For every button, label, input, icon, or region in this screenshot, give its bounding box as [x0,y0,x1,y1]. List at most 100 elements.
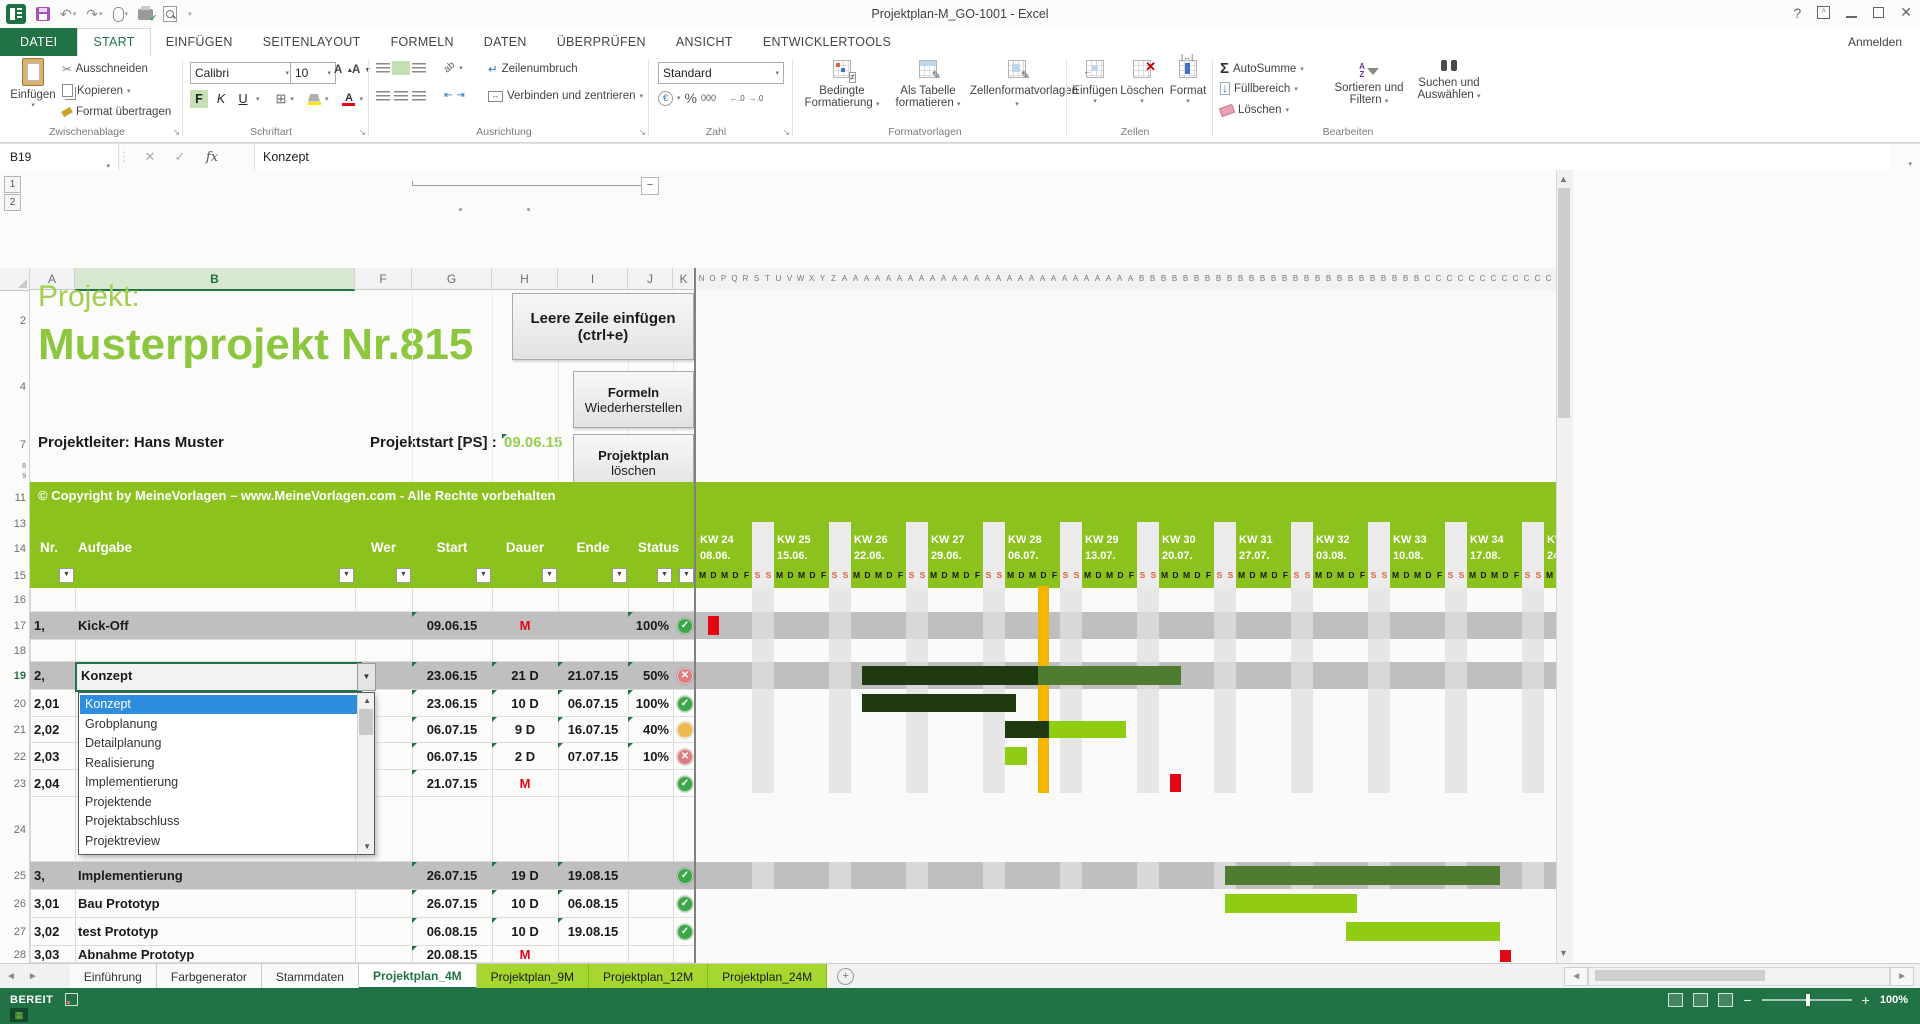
column-header-day[interactable]: B [1257,268,1268,290]
gantt-bar-dark[interactable] [862,694,1016,712]
dropdown-scroll-thumb[interactable] [359,709,373,735]
column-header-day[interactable]: B [1136,268,1147,290]
column-header-day[interactable]: B [1169,268,1180,290]
align-right-icon[interactable] [412,91,426,101]
column-header-day[interactable]: B [1301,268,1312,290]
column-header-day[interactable]: B [1235,268,1246,290]
column-header-day[interactable]: S [751,268,762,290]
scroll-down-icon[interactable]: ▼ [1559,948,1568,958]
decrease-indent-icon[interactable]: ⇤ [444,90,452,101]
column-header-day[interactable]: A [971,268,982,290]
column-header-day[interactable]: B [1400,268,1411,290]
orientation-icon[interactable]: ab [442,60,458,76]
formula-input[interactable]: Konzept [254,144,1890,170]
ribbon-tab-überprüfen[interactable]: ÜBERPRÜFEN [542,28,661,56]
filter-dropdown-icon[interactable]: ▼ [657,568,672,583]
dropdown-item[interactable]: Projektende [80,793,361,812]
column-header-day[interactable]: A [1081,268,1092,290]
cancel-entry-icon[interactable]: ✕ [138,144,162,170]
column-header-day[interactable]: T [762,268,773,290]
sheet-tab-projektplan_9m[interactable]: Projektplan_9M [477,964,589,989]
currency-icon[interactable]: € [658,91,673,106]
gantt-bar-bright[interactable] [1346,922,1500,941]
column-header-day[interactable]: C [1510,268,1521,290]
zoom-level[interactable]: 100% [1880,994,1908,1006]
column-header-day[interactable]: A [905,268,916,290]
column-header-day[interactable]: A [960,268,971,290]
filter-dropdown-icon[interactable]: ▼ [679,568,694,583]
action-button-1[interactable]: Leere Zeile einfügen(ctrl+e) [512,293,694,360]
help-icon[interactable]: ? [1793,5,1801,21]
underline-button[interactable]: U [234,90,252,108]
prev-sheet-icon[interactable]: ◄ [0,964,22,989]
wrap-text-button[interactable]: ↵Zeilenumbruch [488,62,578,76]
row-header-28[interactable]: 28 [0,948,26,962]
format-painter-button[interactable]: Format übertragen [62,106,171,118]
column-header-day[interactable]: B [1213,268,1224,290]
scroll-up-icon[interactable]: ▲ [1559,174,1568,184]
row-header-16[interactable]: 16 [0,593,26,607]
copy-button[interactable]: Kopieren▾ [62,84,131,97]
dropdown-item[interactable]: Implementierung [80,773,361,792]
column-header-day[interactable]: C [1488,268,1499,290]
format-cells-button[interactable]: |↔| Format▾ [1166,60,1210,105]
minimize-icon[interactable] [1846,7,1857,18]
outline-level-button-1[interactable]: 1 [4,176,21,193]
column-header-day[interactable]: C [1455,268,1466,290]
ribbon-tab-datei[interactable]: DATEI [0,28,77,56]
column-header-day[interactable]: B [1312,268,1323,290]
filter-dropdown-icon[interactable]: ▼ [339,568,354,583]
row-header-4[interactable]: 4 [0,380,26,394]
column-header-day[interactable]: B [1345,268,1356,290]
filter-dropdown-icon[interactable]: ▼ [59,568,74,583]
column-header-day[interactable]: A [1048,268,1059,290]
align-top-icon[interactable] [376,63,390,73]
row-header-25[interactable]: 25 [0,869,26,883]
column-header-day[interactable]: A [993,268,1004,290]
column-header-day[interactable]: B [1224,268,1235,290]
column-header-day[interactable]: A [883,268,894,290]
column-header-day[interactable]: A [1015,268,1026,290]
column-header-day[interactable]: B [1389,268,1400,290]
gantt-bar-bright[interactable] [1049,721,1126,738]
conditional-formatting-button[interactable]: ≠ Bedingte Formatierung ▾ [800,60,884,109]
ribbon-display-options-icon[interactable]: ˄ [1817,6,1830,19]
paste-button[interactable]: Einfügen▾ [10,58,56,109]
project-start-date[interactable]: 09.06.15 [502,434,562,451]
column-header-day[interactable]: B [1246,268,1257,290]
dropdown-item[interactable]: Konzept [80,695,361,714]
cell-styles-button[interactable]: Zellenformatvorlagen ▾ [970,60,1064,109]
column-header-day[interactable]: A [894,268,905,290]
font-dialog-launcher[interactable]: ↘ [358,127,366,138]
collapse-group-button[interactable]: − [641,177,659,195]
grow-font-button[interactable]: A▲ [334,64,353,76]
gantt-bar-red[interactable] [708,616,719,635]
row-header-7[interactable]: 7 [0,438,26,452]
alignment-dialog-launcher[interactable]: ↘ [638,127,646,138]
expand-formula-bar-icon[interactable]: ▾ [1908,153,1912,171]
column-header-day[interactable]: A [938,268,949,290]
gantt-bar-bright[interactable] [1225,894,1357,913]
zoom-out-icon[interactable]: − [1743,992,1751,1008]
column-header-day[interactable]: B [1378,268,1389,290]
fill-color-icon[interactable] [308,94,321,105]
column-header-G[interactable]: G [412,268,492,290]
sheet-tab-einführung[interactable]: Einführung [70,964,157,989]
borders-icon[interactable]: ⊞ [276,91,287,107]
row-header-14[interactable]: 14 [0,542,26,556]
normal-view-icon[interactable] [1668,993,1683,1007]
gantt-bar-mid[interactable] [1225,866,1500,885]
font-color-icon[interactable]: A [342,93,355,106]
ribbon-tab-seitenlayout[interactable]: SEITENLAYOUT [248,28,376,56]
autosum-button[interactable]: ΣAutoSumme▾ [1220,60,1304,77]
gantt-bar-mid[interactable] [1038,666,1181,685]
column-header-day[interactable]: A [850,268,861,290]
column-header-day[interactable]: V [784,268,795,290]
ribbon-tab-start[interactable]: START [77,28,150,57]
column-header-day[interactable]: A [1092,268,1103,290]
cut-button[interactable]: ✂Ausschneiden [62,62,148,76]
row-header-21[interactable]: 21 [0,723,26,737]
filter-dropdown-icon[interactable]: ▼ [476,568,491,583]
horizontal-scrollbar[interactable] [1588,967,1890,986]
dropdown-item[interactable]: Projektreview [80,832,361,851]
